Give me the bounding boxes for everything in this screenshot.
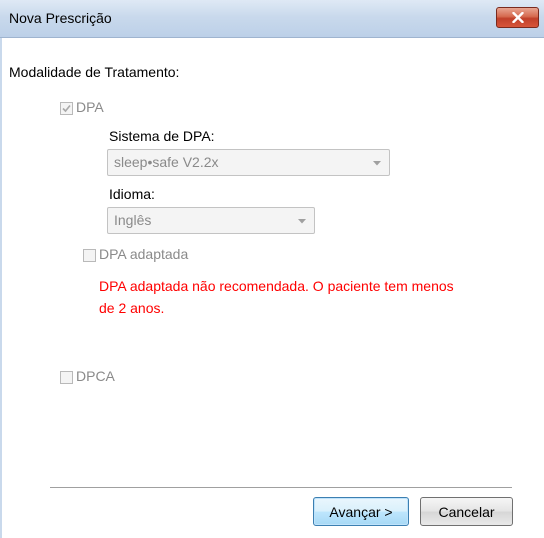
cancel-button[interactable]: Cancelar (420, 497, 513, 526)
dpa-adaptada-label: DPA adaptada (99, 246, 189, 262)
warning-line-2: de 2 anos. (99, 300, 165, 316)
chevron-down-icon (298, 219, 306, 224)
close-button[interactable] (496, 7, 539, 28)
close-icon (511, 12, 524, 23)
dpca-label: DPCA (76, 368, 115, 384)
dialog-window: Nova Prescrição Modalidade de Tratamento… (0, 0, 544, 538)
sistema-value: sleep•safe V2.2x (114, 154, 219, 170)
dpa-label: DPA (76, 99, 104, 115)
sistema-label: Sistema de DPA: (109, 128, 215, 144)
window-title: Nova Prescrição (9, 10, 112, 26)
section-label: Modalidade de Tratamento: (9, 64, 180, 80)
chevron-down-icon (373, 161, 381, 166)
title-bar[interactable]: Nova Prescrição (0, 0, 544, 38)
window-border (0, 38, 2, 538)
idioma-value: Inglês (114, 212, 152, 228)
dpa-adaptada-checkbox[interactable] (83, 249, 96, 262)
next-button[interactable]: Avançar > (313, 497, 409, 526)
dpca-checkbox[interactable] (60, 371, 73, 384)
idioma-label: Idioma: (109, 186, 155, 202)
dpa-checkbox[interactable] (60, 102, 73, 115)
footer-divider (50, 487, 512, 489)
idioma-dropdown[interactable]: Inglês (107, 207, 315, 234)
warning-line-1: DPA adaptada não recomendada. O paciente… (99, 278, 454, 294)
warning-message: DPA adaptada não recomendada. O paciente… (99, 275, 539, 319)
sistema-dropdown[interactable]: sleep•safe V2.2x (107, 149, 390, 176)
check-icon (62, 104, 71, 113)
